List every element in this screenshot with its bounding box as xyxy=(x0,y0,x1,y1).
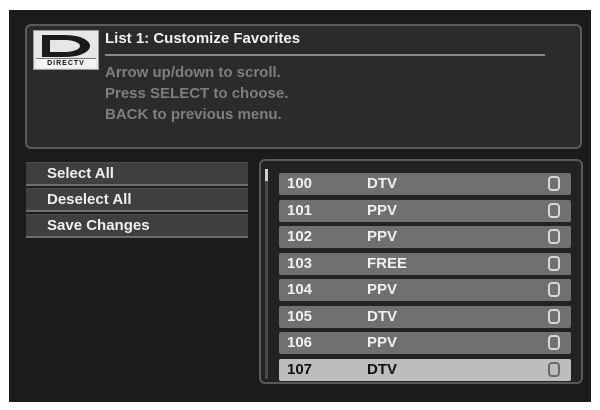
channel-number: 105 xyxy=(287,307,313,325)
channel-row[interactable]: 102 PPV xyxy=(279,226,571,248)
select-all-button[interactable]: Select All xyxy=(26,162,248,186)
favorite-checkbox[interactable] xyxy=(548,229,560,244)
directv-logo: DIRECTV xyxy=(33,30,99,70)
channel-type: DTV xyxy=(367,175,397,192)
channel-list: 100 DTV 101 PPV 102 PPV 103 FREE 104 PPV… xyxy=(259,159,583,384)
channel-row[interactable]: 106 PPV xyxy=(279,332,571,354)
favorite-checkbox[interactable] xyxy=(548,335,560,350)
deselect-all-button[interactable]: Deselect All xyxy=(26,188,248,212)
title-divider xyxy=(105,54,545,56)
directv-logo-mark xyxy=(42,35,90,57)
instruction-line: BACK to previous menu. xyxy=(105,106,282,123)
channel-row[interactable]: 100 DTV xyxy=(279,173,571,195)
channel-number: 107 xyxy=(287,360,313,378)
logo-text: DIRECTV xyxy=(36,58,96,68)
channel-type: PPV xyxy=(367,281,398,298)
favorite-checkbox[interactable] xyxy=(548,255,560,271)
channel-number: 100 xyxy=(287,175,313,192)
channel-type: DTV xyxy=(367,360,397,378)
channel-type: PPV xyxy=(367,334,398,351)
channel-row[interactable]: 105 DTV xyxy=(279,305,571,328)
favorite-checkbox[interactable] xyxy=(548,308,560,324)
instruction-line: Arrow up/down to scroll. xyxy=(105,64,281,81)
instructions: Arrow up/down to scroll. Press SELECT to… xyxy=(105,62,288,125)
favorite-checkbox[interactable] xyxy=(548,202,560,218)
channel-type: FREE xyxy=(367,254,408,272)
favorite-checkbox[interactable] xyxy=(548,361,560,377)
channel-row-selected[interactable]: 107 DTV xyxy=(279,358,571,381)
channel-number: 104 xyxy=(287,281,313,298)
scroll-thumb[interactable] xyxy=(265,169,268,181)
favorite-checkbox[interactable] xyxy=(548,176,560,191)
instruction-line: Press SELECT to choose. xyxy=(105,85,289,102)
channel-type: PPV xyxy=(367,228,398,245)
channel-row[interactable]: 103 FREE xyxy=(279,252,571,275)
channel-type: DTV xyxy=(367,307,397,325)
channel-row[interactable]: 104 PPV xyxy=(279,279,571,301)
page-title: List 1: Customize Favorites xyxy=(105,30,301,47)
header-panel: DIRECTV List 1: Customize Favorites Arro… xyxy=(25,24,582,149)
save-changes-button[interactable]: Save Changes xyxy=(26,214,248,238)
tv-screen: DIRECTV List 1: Customize Favorites Arro… xyxy=(9,10,591,402)
channel-type: PPV xyxy=(367,201,398,219)
channel-number: 106 xyxy=(287,334,313,351)
channel-number: 103 xyxy=(287,254,313,272)
favorite-checkbox[interactable] xyxy=(548,282,560,297)
channel-number: 101 xyxy=(287,201,313,219)
channel-row[interactable]: 101 PPV xyxy=(279,199,571,222)
list-scrollbar[interactable] xyxy=(265,169,268,379)
channel-number: 102 xyxy=(287,228,313,245)
